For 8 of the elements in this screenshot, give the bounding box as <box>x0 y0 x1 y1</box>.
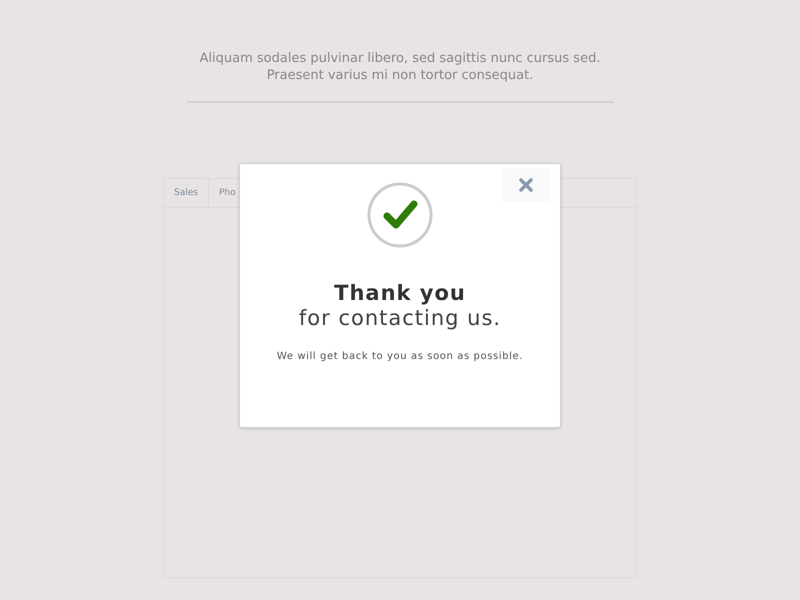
checkmark-icon <box>367 182 433 248</box>
intro-text: Aliquam sodales pulvinar libero, sed sagittis nunc cursus sed. Praesent varius mi non tortor consequat. <box>198 50 602 84</box>
tab[interactable]: Sales <box>164 179 209 207</box>
close-button[interactable] <box>502 168 550 202</box>
dialog-message: We will get back to you as soon as possible. <box>276 351 524 362</box>
close-icon <box>519 178 533 192</box>
dialog-title: Thank you <box>334 281 466 305</box>
dialog-subtitle: for contacting us. <box>298 305 502 331</box>
